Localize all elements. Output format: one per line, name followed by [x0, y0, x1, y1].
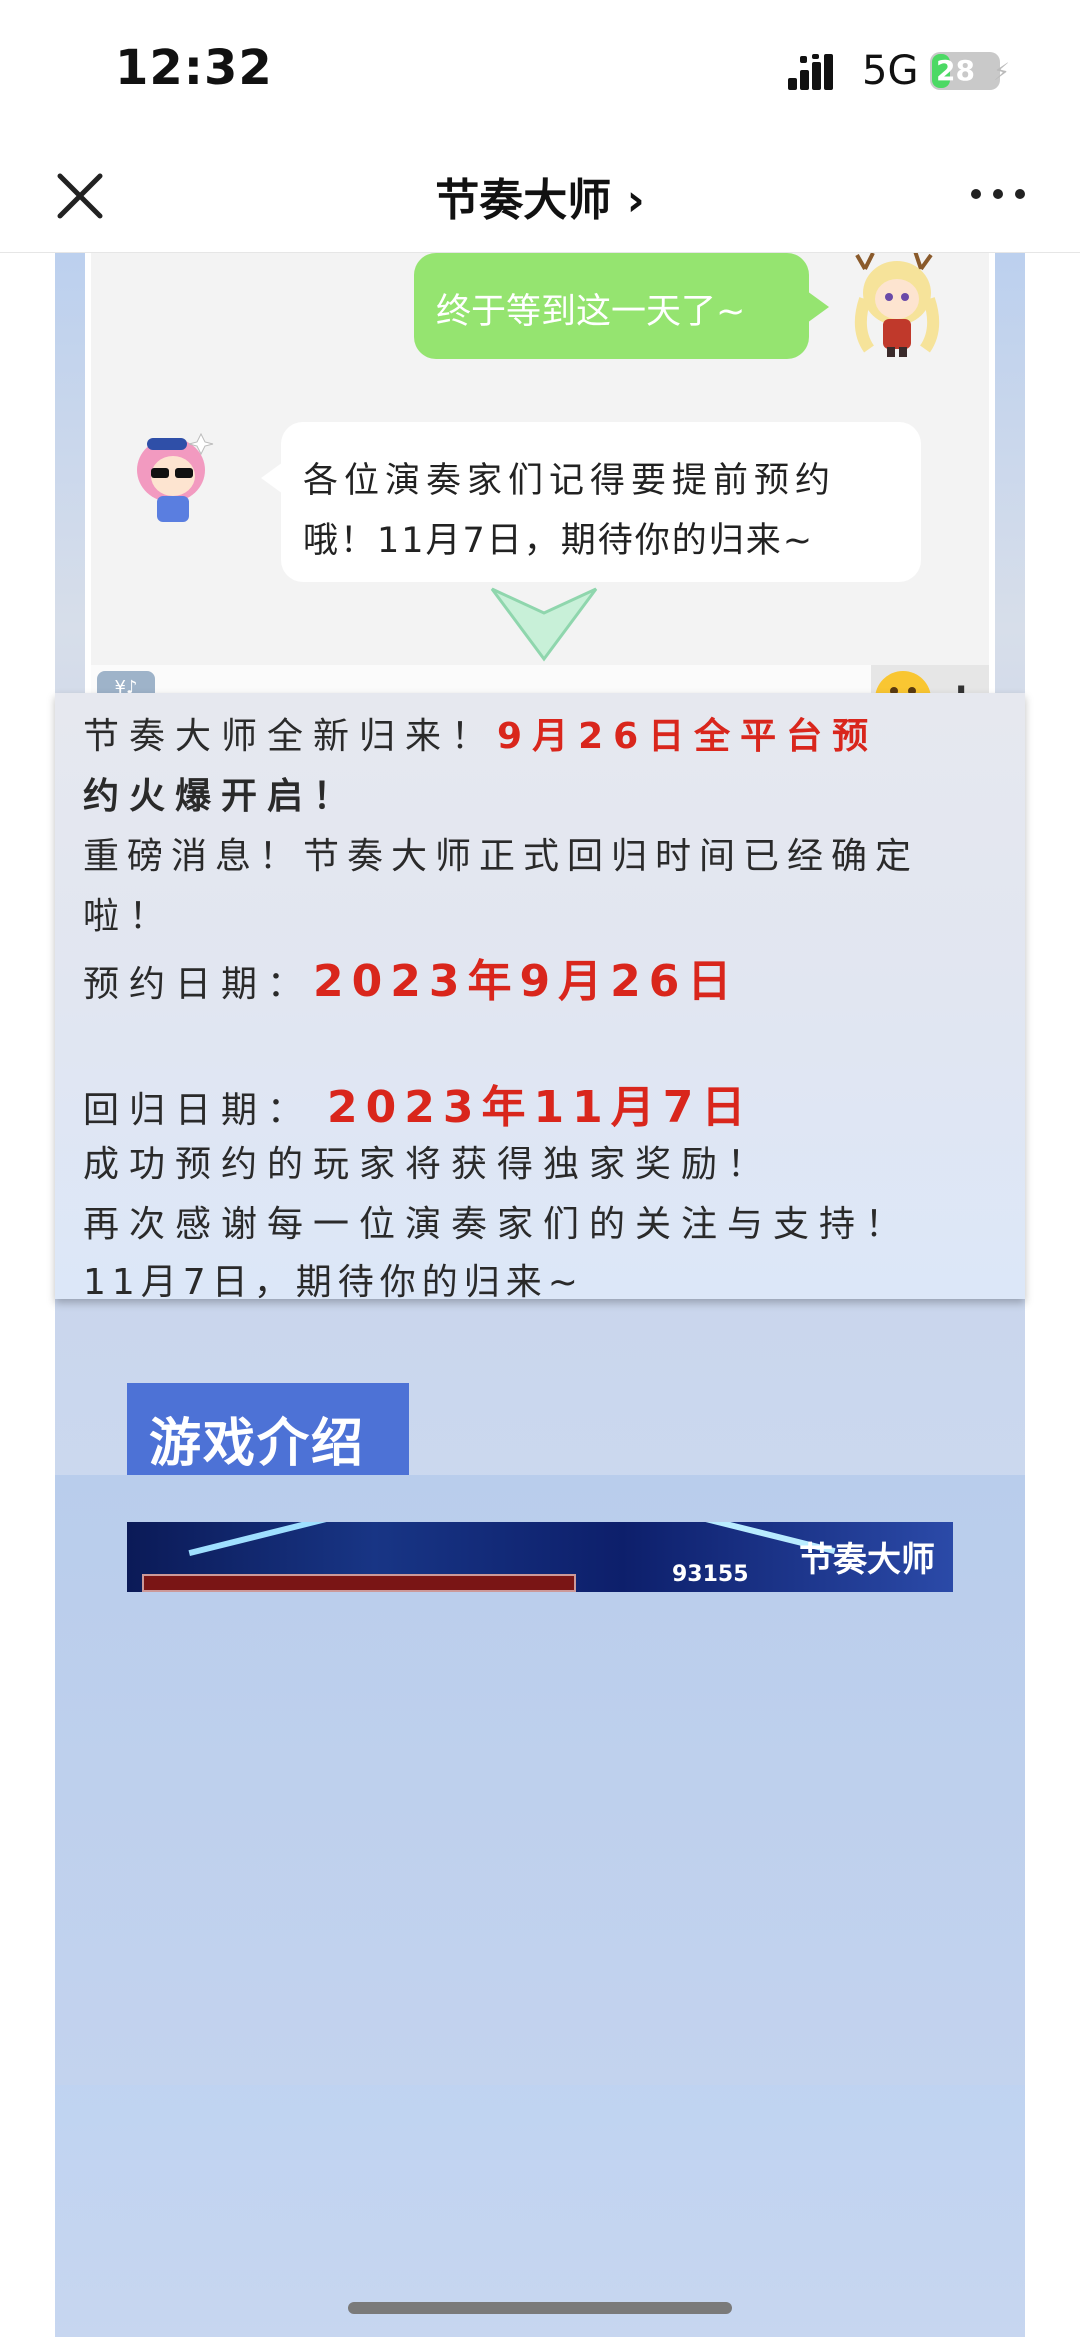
game-score: 93155 [672, 1562, 749, 1587]
announcement-line-1: 节奏大师全新归来！9月26日全平台预 [83, 707, 878, 759]
game-logo: 节奏大师 [799, 1540, 935, 1580]
announcement-ending: 11月7日，期待你的归来~ [83, 1262, 584, 1303]
avatar-pink-hair-sunglasses [137, 432, 214, 522]
announcement-thanks: 再次感谢每一位演奏家们的关注与支持！ [83, 1204, 912, 1245]
article-content[interactable]: 终于等到这一天了~ 各位演奏家们记得要提前预约 哦！11月7日，期待你的归来~ … [0, 253, 1080, 2337]
announcement-headline: 节奏大师全新归来！ [83, 716, 498, 757]
announcement-line-4: 啦！ [83, 896, 176, 937]
return-date-label: 回归日期： [83, 1090, 314, 1131]
network-type: 5G [862, 48, 919, 94]
game-screenshot: 93155 节奏大师 [127, 1522, 953, 1592]
chat-bubble-line-2: 哦！11月7日，期待你的归来~ [303, 521, 815, 561]
status-bar: 12:32 5G 28 ⚡ [0, 0, 1080, 140]
announcement-box: 节奏大师全新归来！9月26日全平台预 约火爆开启！ 重磅消息！节奏大师正式回归时… [55, 693, 1025, 1303]
more-icon[interactable] [968, 174, 1028, 214]
avatar-blonde-girl [854, 253, 940, 357]
game-progress-bar [142, 1574, 576, 1592]
status-time: 12:32 [115, 40, 273, 96]
home-indicator[interactable] [348, 2302, 732, 2314]
reserve-date-value: 2023年9月26日 [313, 956, 740, 1007]
return-date-value: 2023年11月7日 [327, 1082, 754, 1133]
announcement-line-3: 重磅消息！节奏大师正式回归时间已经确定 [83, 836, 920, 877]
page-title[interactable]: 节奏大师 › [0, 164, 1080, 228]
announcement-headline-red: 9月26日全平台预 [497, 716, 879, 757]
bubble-tail [807, 291, 829, 323]
chevron-down-arrow-icon [490, 587, 598, 662]
section-title: 游戏介绍 [127, 1383, 409, 1475]
chat-bubble-incoming: 各位演奏家们记得要提前预约 哦！11月7日，期待你的归来~ [261, 422, 921, 582]
chat-bubble-outgoing: 终于等到这一天了~ [414, 253, 829, 359]
announcement-line-2: 约火爆开启！ [83, 776, 360, 817]
return-date-row: 回归日期： 2023年11月7日 [83, 1071, 753, 1135]
chat-bubble-text: 终于等到这一天了~ [436, 292, 746, 332]
battery-icon: 28 ⚡ [930, 52, 1010, 90]
stage-light [188, 1522, 336, 1557]
section-title-text: 游戏介绍 [149, 1414, 366, 1474]
cellular-signal-icon [788, 54, 833, 90]
battery-percent: 28 [936, 54, 975, 87]
announcement-reward: 成功预约的玩家将获得独家奖励！ [83, 1144, 774, 1185]
chat-bubble-line-1: 各位演奏家们记得要提前预约 [303, 461, 837, 501]
charging-bolt-icon: ⚡ [993, 58, 1010, 86]
reserve-date-row: 预约日期：2023年9月26日 [83, 945, 739, 1009]
bubble-tail [261, 462, 283, 494]
reserve-date-label: 预约日期： [83, 964, 314, 1005]
nav-bar: 节奏大师 › [0, 140, 1080, 253]
